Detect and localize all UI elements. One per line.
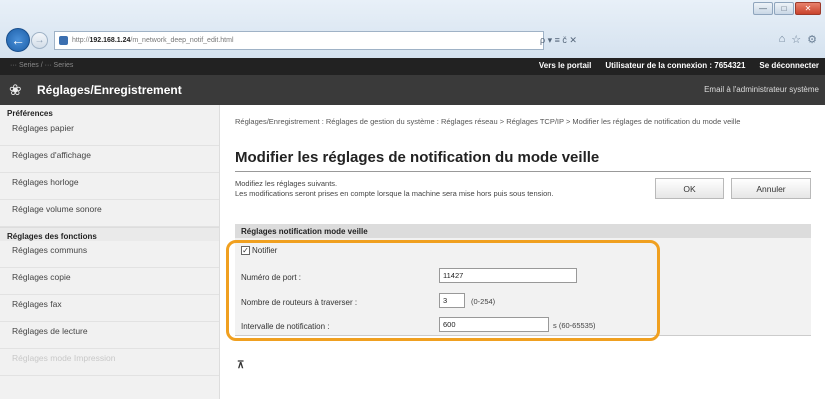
portal-link[interactable]: Vers le portail (539, 61, 591, 70)
page-title: Modifier les réglages de notification du… (235, 149, 600, 166)
sidebar-section-functions: Réglages des fonctions (0, 227, 219, 241)
scroll-top-icon[interactable]: ⊼ (237, 360, 244, 371)
device-name: ··· Series / ··· Series (10, 62, 74, 69)
header-title: Réglages/Enregistrement (37, 83, 182, 97)
logout-link[interactable]: Se déconnecter (759, 61, 819, 70)
address-tools[interactable]: ρ ▾ ≡ č ✕ (540, 31, 602, 50)
url-path: /m_network_deep_notif_edit.html (130, 37, 234, 44)
app-header: ❀ Réglages/Enregistrement Email à l'admi… (0, 75, 825, 105)
url-prefix: http:// (72, 37, 90, 44)
address-bar[interactable]: http://192.168.1.24/m_network_deep_notif… (54, 31, 544, 50)
sidebar-item-clock[interactable]: Réglages horloge (0, 173, 219, 200)
settings-gear-icon[interactable]: ⚙ (807, 33, 817, 46)
sidebar-item-copy[interactable]: Réglages copie (0, 268, 219, 295)
minimize-button[interactable]: — (753, 2, 773, 15)
browser-chrome: — □ ✕ ← → http://192.168.1.24/m_network_… (0, 0, 825, 58)
description-line-1: Modifiez les réglages suivants. (235, 179, 338, 188)
close-button[interactable]: ✕ (795, 2, 821, 15)
browser-toolbar-icons: ⌂ ☆ ⚙ (779, 33, 817, 46)
url-host: 192.168.1.24 (89, 37, 131, 44)
sidebar-item-fax[interactable]: Réglages fax (0, 295, 219, 322)
settings-icon: ❀ (9, 82, 22, 99)
page-favicon-icon (59, 36, 68, 45)
favorites-icon[interactable]: ☆ (791, 33, 801, 46)
breadcrumb: Réglages/Enregistrement : Réglages de ge… (235, 117, 741, 126)
title-divider (235, 171, 811, 172)
cancel-button[interactable]: Annuler (731, 178, 811, 199)
sidebar-item-common[interactable]: Réglages communs (0, 241, 219, 268)
sidebar-section-preferences: Préférences (7, 109, 53, 118)
maximize-button[interactable]: □ (774, 2, 794, 15)
top-bar: ··· Series / ··· Series Vers le portail … (0, 58, 825, 75)
sidebar-item-display[interactable]: Réglages d'affichage (0, 146, 219, 173)
sidebar-item-print[interactable]: Réglages mode Impression (0, 349, 219, 376)
description: Modifiez les réglages suivants. Les modi… (235, 179, 655, 198)
ok-button[interactable]: OK (655, 178, 724, 199)
sidebar-item-volume[interactable]: Réglage volume sonore (0, 200, 219, 227)
window-controls: — □ ✕ (753, 2, 821, 15)
sidebar-item-paper[interactable]: Réglages papier (0, 119, 219, 146)
highlight-frame (226, 240, 660, 341)
login-user: Utilisateur de la connexion : 7654321 (605, 61, 746, 70)
back-icon[interactable]: ← (6, 28, 30, 52)
sidebar: Préférences Réglages papier Réglages d'a… (0, 105, 220, 399)
email-admin-link[interactable]: Email à l'administrateur système (704, 85, 819, 94)
sidebar-item-scan[interactable]: Réglages de lecture (0, 322, 219, 349)
description-line-2: Les modifications seront prises en compt… (235, 188, 554, 198)
home-icon[interactable]: ⌂ (779, 33, 786, 46)
forward-icon[interactable]: → (31, 32, 48, 49)
panel-title: Réglages notification mode veille (235, 224, 811, 238)
